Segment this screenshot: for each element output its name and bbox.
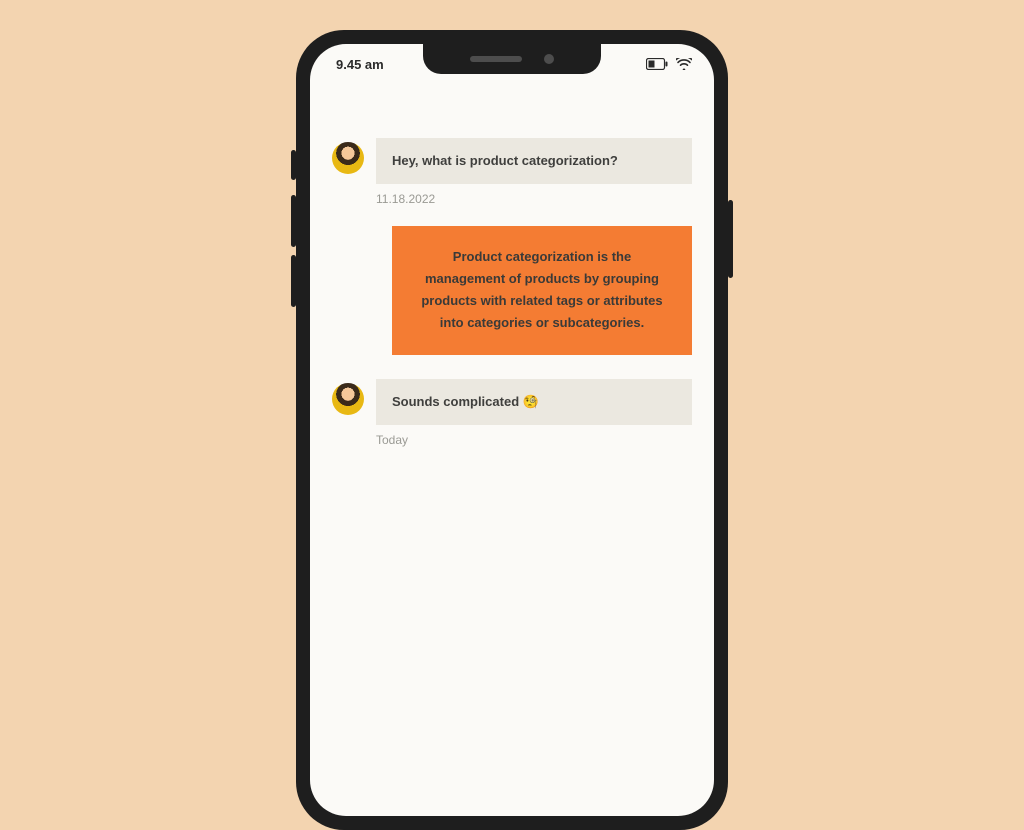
message-timestamp: 11.18.2022: [376, 192, 692, 206]
message-bubble: Sounds complicated 🧐: [376, 379, 692, 425]
message-incoming[interactable]: Sounds complicated 🧐: [332, 379, 692, 425]
status-time: 9.45 am: [336, 57, 384, 72]
mute-switch: [291, 150, 296, 180]
message-outgoing[interactable]: Product categorization is the management…: [332, 226, 692, 354]
phone-frame: 9.45 am Hey, what is product categori: [296, 30, 728, 830]
volume-down-button: [291, 255, 296, 307]
power-button: [728, 200, 733, 278]
message-incoming[interactable]: Hey, what is product categorization?: [332, 138, 692, 184]
battery-icon: [646, 58, 668, 70]
message-bubble: Hey, what is product categorization?: [376, 138, 692, 184]
notch: [423, 44, 601, 74]
message-timestamp: Today: [376, 433, 692, 447]
status-icons: [646, 58, 692, 70]
speaker-icon: [470, 56, 522, 62]
message-bubble: Product categorization is the management…: [392, 226, 692, 354]
volume-up-button: [291, 195, 296, 247]
avatar[interactable]: [332, 142, 364, 174]
chat-thread[interactable]: Hey, what is product categorization? 11.…: [310, 78, 714, 447]
phone-screen: 9.45 am Hey, what is product categori: [310, 44, 714, 816]
camera-icon: [544, 54, 554, 64]
avatar[interactable]: [332, 383, 364, 415]
wifi-icon: [676, 58, 692, 70]
